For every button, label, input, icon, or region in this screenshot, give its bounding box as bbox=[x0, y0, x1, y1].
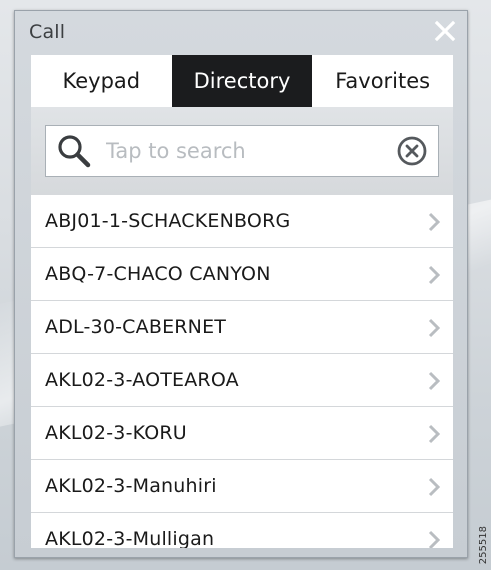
search-box bbox=[45, 125, 439, 177]
title-bar: Call bbox=[15, 11, 467, 55]
tab-keypad[interactable]: Keypad bbox=[31, 55, 172, 107]
tab-favorites[interactable]: Favorites bbox=[312, 55, 453, 107]
tab-directory[interactable]: Directory bbox=[171, 55, 313, 107]
chevron-right-icon bbox=[428, 265, 441, 285]
tab-keypad-label: Keypad bbox=[62, 69, 141, 93]
chevron-right-icon bbox=[428, 424, 441, 444]
chevron-right-icon bbox=[428, 530, 441, 548]
magnifier-icon bbox=[58, 135, 91, 168]
chevron-right-icon bbox=[428, 477, 441, 497]
chevron-right-icon bbox=[428, 371, 441, 391]
list-item-label: AKL02-3-Manuhiri bbox=[45, 475, 217, 497]
tab-directory-label: Directory bbox=[193, 69, 291, 93]
tab-bar: Keypad Directory Favorites bbox=[31, 55, 453, 107]
list-item[interactable]: AKL02-3-KORU bbox=[31, 407, 453, 460]
figure-id: 255518 bbox=[478, 525, 489, 564]
directory-list: ABJ01-1-SCHACKENBORG ABQ-7-CHACO CANYON … bbox=[31, 195, 453, 548]
search-input[interactable] bbox=[106, 139, 396, 163]
list-item[interactable]: AKL02-3-Manuhiri bbox=[31, 460, 453, 513]
close-x-icon bbox=[434, 20, 456, 42]
list-item-label: AKL02-3-Mulligan bbox=[45, 528, 215, 548]
tab-favorites-label: Favorites bbox=[335, 69, 431, 93]
list-item[interactable]: AKL02-3-Mulligan bbox=[31, 513, 453, 548]
list-item[interactable]: ADL-30-CABERNET bbox=[31, 301, 453, 354]
close-button[interactable] bbox=[433, 19, 457, 43]
search-area bbox=[31, 107, 453, 195]
list-item-label: ABJ01-1-SCHACKENBORG bbox=[45, 210, 291, 232]
call-dialog: Call Keypad Directory Favorites Tap to s… bbox=[14, 10, 468, 558]
list-item-label: AKL02-3-KORU bbox=[45, 422, 187, 444]
list-item-label: AKL02-3-AOTEAROA bbox=[45, 369, 239, 391]
chevron-right-icon bbox=[428, 318, 441, 338]
list-item-label: ADL-30-CABERNET bbox=[45, 316, 227, 338]
clear-circle-x-icon[interactable] bbox=[396, 135, 428, 167]
list-item[interactable]: ABJ01-1-SCHACKENBORG bbox=[31, 195, 453, 248]
list-item[interactable]: ABQ-7-CHACO CANYON bbox=[31, 248, 453, 301]
chevron-right-icon bbox=[428, 212, 441, 232]
dialog-title: Call bbox=[29, 21, 66, 43]
list-item-label: ABQ-7-CHACO CANYON bbox=[45, 263, 271, 285]
list-item[interactable]: AKL02-3-AOTEAROA bbox=[31, 354, 453, 407]
